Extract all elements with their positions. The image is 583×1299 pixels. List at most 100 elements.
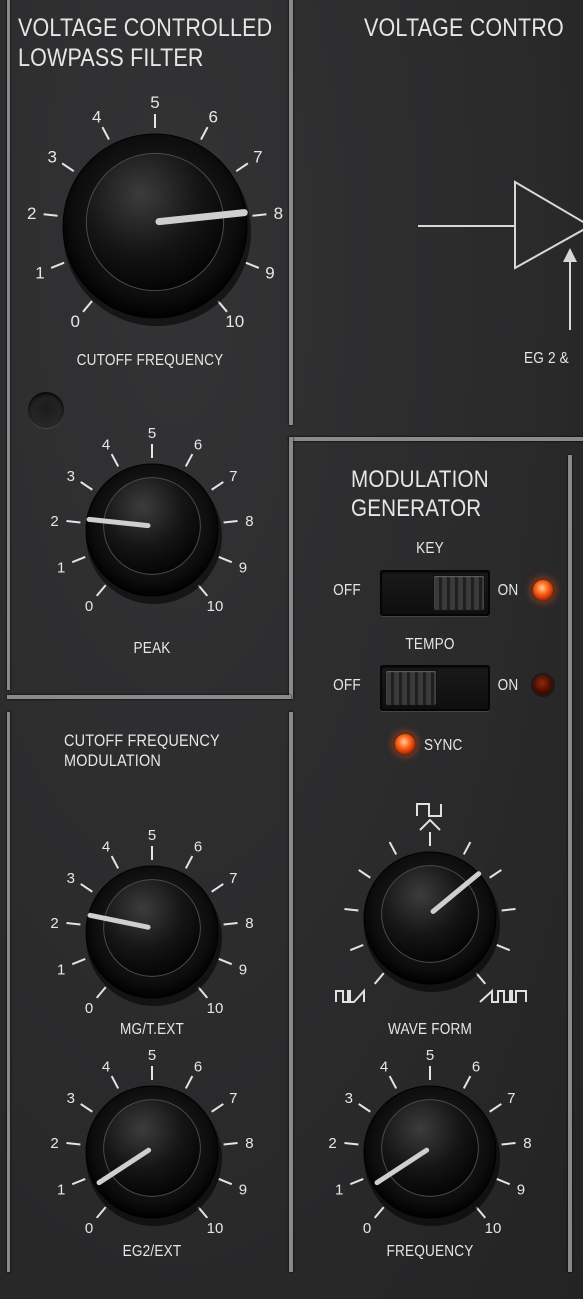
- knob-scale-number: 4: [102, 1058, 110, 1075]
- knob-scale-number: 3: [67, 870, 75, 887]
- knob-tick: [71, 958, 86, 966]
- knob-scale-number: 3: [47, 148, 56, 167]
- knob-tick: [252, 213, 267, 217]
- knob-tick: [50, 261, 65, 269]
- triangle-wave-icon: [419, 818, 441, 831]
- knob-scale-number: 7: [253, 148, 262, 167]
- cfm-title-line1: CUTOFF FREQUENCY: [64, 731, 220, 750]
- knob-tick: [110, 1075, 120, 1089]
- knob-tick: [80, 883, 93, 893]
- knob-scale-number: 5: [150, 93, 159, 112]
- knob-cap: [381, 865, 479, 963]
- knob-cap: [103, 477, 201, 575]
- knob-scale-number: 5: [148, 425, 156, 442]
- knob-scale-number: 0: [85, 1000, 93, 1017]
- knob-scale-number: 9: [239, 962, 247, 979]
- knob-tick: [71, 1178, 86, 1186]
- knob-tick: [489, 869, 502, 879]
- eg2-ext-label: EG2/EXT: [122, 1243, 182, 1260]
- tempo-label: TEMPO: [405, 636, 455, 653]
- knob-scale-number: 4: [380, 1058, 388, 1075]
- saw-pulse-right-icon: [479, 988, 527, 1003]
- tempo-switch[interactable]: [380, 665, 490, 711]
- knob-scale-number: 10: [207, 1000, 224, 1017]
- knob-scale-number: 1: [35, 263, 44, 282]
- pulse-saw-left-icon: [335, 988, 365, 1003]
- knob-tick: [200, 126, 209, 140]
- knob-scale-number: 8: [274, 204, 283, 223]
- mg-right-divider: [568, 455, 572, 1272]
- tempo-off-label: OFF: [333, 677, 361, 694]
- key-switch-thumb[interactable]: [434, 576, 484, 610]
- key-switch[interactable]: [380, 570, 490, 616]
- knob-tick: [61, 162, 75, 173]
- sync-led: [395, 734, 415, 754]
- knob-tick: [101, 126, 110, 140]
- knob-tick: [373, 972, 385, 985]
- knob-scale-number: 2: [27, 204, 36, 223]
- knob-scale-number: 7: [229, 468, 237, 485]
- peak-knob[interactable]: 0 1 2 3 4 5 6 7 8 9 10: [50, 412, 253, 632]
- knob-tick: [373, 1206, 385, 1219]
- vca-title: VOLTAGE CONTRO: [364, 14, 564, 42]
- knob-tick: [95, 986, 107, 999]
- mg-t-ext-knob[interactable]: 0 1 2 3 4 5 6 7 8 9 10: [50, 814, 253, 1034]
- tempo-switch-thumb[interactable]: [386, 671, 436, 705]
- frequency-knob[interactable]: 0 1 2 3 4 5 6 7 8 9 10: [328, 1034, 531, 1254]
- knob-tick: [501, 908, 516, 912]
- cutoff-frequency-knob[interactable]: 0 1 2 3 4 5 6 7 8 9 10: [27, 90, 283, 350]
- square-wave-icon: [416, 803, 442, 817]
- knob-tick: [388, 1075, 398, 1089]
- knob-scale-number: 6: [472, 1058, 480, 1075]
- key-led: [533, 580, 553, 600]
- knob-tick: [344, 1142, 359, 1146]
- eg2-ext-knob[interactable]: 0 1 2 3 4 5 6 7 8 9 10: [50, 1034, 253, 1254]
- knob-scale-number: 2: [50, 1135, 58, 1152]
- knob-tick: [184, 1075, 194, 1089]
- knob-tick: [197, 1206, 209, 1219]
- knob-scale-number: 8: [523, 1135, 531, 1152]
- knob-scale-number: 4: [102, 838, 110, 855]
- peak-label: PEAK: [133, 640, 171, 657]
- knob-tick: [211, 481, 224, 491]
- knob-tick: [223, 1142, 238, 1146]
- knob-scale-number: 10: [207, 1220, 224, 1237]
- knob-scale-number: 0: [85, 598, 93, 615]
- knob-scale-number: 9: [239, 560, 247, 577]
- mg-title-line1: MODULATION: [351, 466, 489, 493]
- knob-tick: [349, 944, 364, 952]
- knob-cap: [85, 152, 225, 292]
- knob-tick: [197, 584, 209, 597]
- knob-scale-number: 6: [208, 108, 217, 127]
- left-border: [7, 0, 10, 690]
- knob-scale-number: 7: [507, 1090, 515, 1107]
- knob-scale-number: 5: [148, 827, 156, 844]
- wave-form-knob[interactable]: [330, 800, 530, 1020]
- vcf-title-line2: LOWPASS FILTER: [18, 44, 204, 72]
- knob-tick: [66, 520, 81, 524]
- vcf-right-divider: [289, 0, 293, 425]
- knob-tick: [388, 841, 398, 855]
- knob-tick: [82, 300, 93, 313]
- frequency-label: FREQUENCY: [386, 1243, 474, 1260]
- knob-scale-number: 5: [426, 1047, 434, 1064]
- knob-tick: [110, 855, 120, 869]
- knob-scale-number: 0: [85, 1220, 93, 1237]
- knob-scale-number: 2: [50, 513, 58, 530]
- knob-scale-number: 9: [239, 1182, 247, 1199]
- knob-scale-number: 7: [229, 870, 237, 887]
- knob-tick: [349, 1178, 364, 1186]
- knob-scale-number: 4: [102, 436, 110, 453]
- knob-tick: [462, 841, 472, 855]
- tempo-on-label: ON: [497, 677, 519, 694]
- knob-tick: [218, 556, 233, 564]
- tempo-led: [533, 675, 553, 695]
- knob-scale-number: 4: [92, 108, 101, 127]
- sync-label: SYNC: [424, 737, 463, 754]
- knob-scale-number: 6: [194, 838, 202, 855]
- knob-tick: [80, 1103, 93, 1113]
- vca-eg-label: EG 2 &: [524, 350, 569, 367]
- vcf-title-line1: VOLTAGE CONTROLLED: [18, 14, 273, 42]
- knob-tick: [489, 1103, 502, 1113]
- knob-tick: [223, 922, 238, 926]
